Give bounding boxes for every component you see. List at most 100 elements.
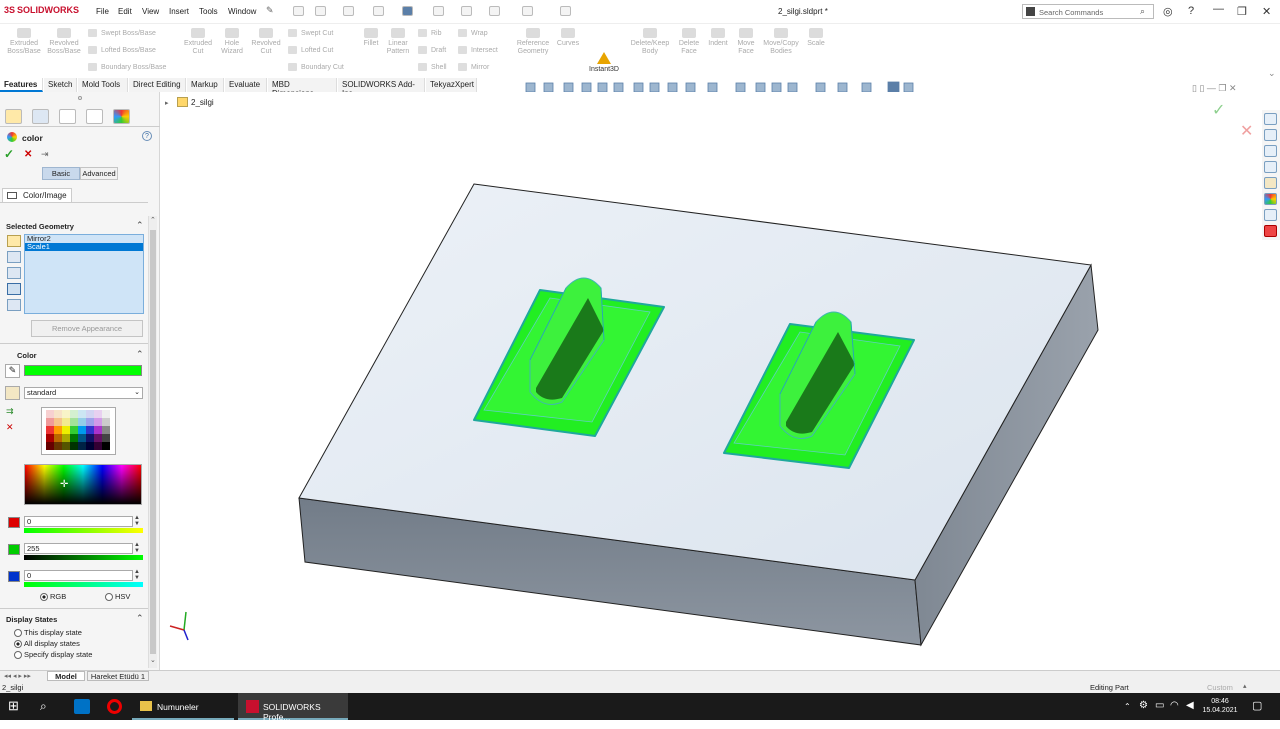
lofted-boss-button[interactable]: Lofted Boss/Base bbox=[88, 46, 156, 54]
menu-file[interactable]: File bbox=[96, 7, 109, 16]
add-swatch-icon[interactable]: ⇉ bbox=[6, 406, 14, 417]
curves-button[interactable]: Curves bbox=[554, 28, 582, 48]
scrollbar-thumb[interactable] bbox=[150, 230, 156, 654]
all-display-states-radio[interactable]: All display states bbox=[14, 639, 80, 649]
collapse-chevron-icon[interactable]: ⌃ bbox=[136, 220, 144, 231]
volume-icon[interactable]: ◀ bbox=[1186, 700, 1194, 727]
feature-manager-icon[interactable] bbox=[5, 109, 22, 124]
tab-markup[interactable]: Markup bbox=[187, 78, 224, 92]
move-copy-bodies-button[interactable]: Move/Copy Bodies bbox=[760, 28, 802, 56]
tab-solidworks-addins[interactable]: SOLIDWORKS Add-Ins bbox=[338, 78, 425, 98]
search-taskbar-icon[interactable]: ⌕ bbox=[40, 699, 47, 726]
tray-chevron-icon[interactable]: ⌃ bbox=[1124, 702, 1131, 729]
blue-value-input[interactable]: 0 bbox=[24, 570, 133, 581]
red-value-input[interactable]: 0 bbox=[24, 516, 133, 527]
restore-icon[interactable]: ❐ bbox=[1237, 5, 1247, 18]
solidworks-forum-icon[interactable] bbox=[1264, 225, 1277, 237]
delete-face-button[interactable]: Delete Face bbox=[676, 28, 702, 56]
collapse-chevron-icon[interactable]: ⌃ bbox=[136, 613, 144, 624]
blue-spin-icon[interactable]: ▲ ▼ bbox=[134, 569, 140, 581]
network-icon[interactable]: ▭ bbox=[1155, 700, 1164, 727]
spectrum-crosshair-icon[interactable]: ✛ bbox=[60, 480, 68, 490]
menu-edit[interactable]: Edit bbox=[118, 7, 132, 16]
new-document-icon[interactable] bbox=[315, 6, 326, 16]
indent-button[interactable]: Indent bbox=[704, 28, 732, 48]
taskbar-folder-item[interactable]: Numuneler bbox=[132, 693, 234, 720]
collapse-chevron-icon[interactable]: ⌃ bbox=[136, 349, 144, 360]
boundary-cut-button[interactable]: Boundary Cut bbox=[288, 63, 344, 71]
delete-keep-body-button[interactable]: Delete/Keep Body bbox=[628, 28, 672, 56]
basic-mode-button[interactable]: Basic bbox=[42, 167, 80, 180]
undo-icon[interactable] bbox=[433, 6, 444, 16]
wifi-icon[interactable]: ◠ bbox=[1170, 700, 1179, 727]
scroll-up-icon[interactable]: ⌃ bbox=[150, 216, 156, 224]
select-feature-tree-icon[interactable] bbox=[7, 299, 21, 311]
design-library-icon[interactable] bbox=[1264, 129, 1277, 141]
close-icon[interactable]: ✕ bbox=[1262, 5, 1271, 18]
extruded-boss-button[interactable]: Extruded Boss/Base bbox=[5, 28, 43, 56]
specify-display-state-radio[interactable]: Specify display state bbox=[14, 650, 92, 660]
linear-pattern-button[interactable]: Linear Pattern bbox=[384, 28, 412, 56]
notifications-icon[interactable]: ▢ bbox=[1252, 699, 1262, 726]
user-account-icon[interactable]: ◎ bbox=[1163, 5, 1173, 18]
red-spin-icon[interactable]: ▲ ▼ bbox=[134, 515, 140, 527]
list-item-selected[interactable]: Scale1 bbox=[25, 243, 143, 251]
opera-icon[interactable] bbox=[107, 699, 122, 714]
display-manager-icon[interactable] bbox=[113, 109, 130, 124]
wrap-button[interactable]: Wrap bbox=[458, 29, 488, 37]
scale-button[interactable]: Scale bbox=[804, 28, 828, 48]
ok-checkmark-icon[interactable]: ✓ bbox=[4, 147, 14, 161]
property-manager-icon[interactable] bbox=[32, 109, 49, 124]
tray-app-icon[interactable]: ⚙ bbox=[1139, 700, 1148, 727]
solidworks-resources-icon[interactable] bbox=[1264, 113, 1277, 125]
keep-visible-pin-icon[interactable]: ⇥ bbox=[41, 149, 49, 160]
swatch-grid-svg[interactable] bbox=[42, 408, 117, 456]
select-part-icon[interactable] bbox=[7, 235, 21, 247]
search-commands-input[interactable]: Search Commands ⌕ bbox=[1022, 4, 1154, 19]
menu-view[interactable]: View bbox=[142, 7, 159, 16]
save-icon[interactable] bbox=[373, 6, 384, 16]
green-spin-icon[interactable]: ▲ ▼ bbox=[134, 542, 140, 554]
tab-mbd-dimensions[interactable]: MBD Dimensions bbox=[268, 78, 337, 98]
outlook-icon[interactable] bbox=[74, 699, 90, 714]
menu-insert[interactable]: Insert bbox=[169, 7, 189, 16]
appearances-icon[interactable] bbox=[1264, 193, 1277, 205]
intersect-button[interactable]: Intersect bbox=[458, 46, 498, 54]
select-face-icon[interactable] bbox=[7, 267, 21, 279]
confirm-check-icon[interactable]: ✓ bbox=[1212, 100, 1225, 119]
units-dropdown-icon[interactable]: ▴ bbox=[1243, 682, 1247, 690]
windows-start-icon[interactable]: ⊞ bbox=[8, 698, 19, 725]
reference-geometry-button[interactable]: Reference Geometry bbox=[514, 28, 552, 56]
system-clock[interactable]: 08:46 15.04.2021 bbox=[1200, 693, 1240, 720]
model-svg[interactable]: ✓ ✕ bbox=[161, 92, 1260, 670]
scroll-down-icon[interactable]: ⌄ bbox=[150, 656, 156, 664]
fillet-button[interactable]: Fillet bbox=[358, 28, 384, 48]
mirror-button[interactable]: Mirror bbox=[458, 63, 489, 71]
eyedropper-icon[interactable]: ✎ bbox=[5, 364, 20, 378]
remove-swatch-icon[interactable]: ✕ bbox=[6, 422, 14, 433]
print-icon[interactable] bbox=[402, 6, 413, 16]
confirm-cancel-icon[interactable]: ✕ bbox=[1240, 121, 1253, 140]
color-spectrum-picker[interactable]: ✛ bbox=[24, 464, 142, 505]
dimxpert-manager-icon[interactable] bbox=[86, 109, 103, 124]
swept-boss-button[interactable]: Swept Boss/Base bbox=[88, 29, 156, 37]
selection-list[interactable]: Mirror2 Scale1 bbox=[24, 234, 144, 314]
shell-button[interactable]: Shell bbox=[418, 63, 447, 71]
instant3d-button[interactable]: Instant3D bbox=[588, 52, 620, 73]
options-gear-icon[interactable] bbox=[560, 6, 571, 16]
configuration-manager-icon[interactable] bbox=[59, 109, 76, 124]
custom-properties-icon[interactable] bbox=[1264, 209, 1277, 221]
panel-splitter-handle[interactable] bbox=[78, 96, 82, 100]
tab-mold-tools[interactable]: Mold Tools bbox=[78, 78, 128, 92]
tab-direct-editing[interactable]: Direct Editing bbox=[129, 78, 186, 92]
swept-cut-button[interactable]: Swept Cut bbox=[288, 29, 333, 37]
pin-icon[interactable]: ✎ bbox=[266, 5, 274, 16]
solidworks-logo[interactable]: 3S SOLIDWORKS bbox=[4, 5, 79, 15]
select-icon[interactable] bbox=[489, 6, 500, 16]
view-palette-icon[interactable] bbox=[1264, 161, 1277, 173]
help-icon[interactable]: ? bbox=[1188, 5, 1194, 17]
select-feature-icon[interactable] bbox=[7, 283, 21, 295]
rgb-radio[interactable]: RGB bbox=[40, 592, 66, 602]
menu-window[interactable]: Window bbox=[228, 7, 256, 16]
boundary-boss-button[interactable]: Boundary Boss/Base bbox=[88, 63, 166, 71]
